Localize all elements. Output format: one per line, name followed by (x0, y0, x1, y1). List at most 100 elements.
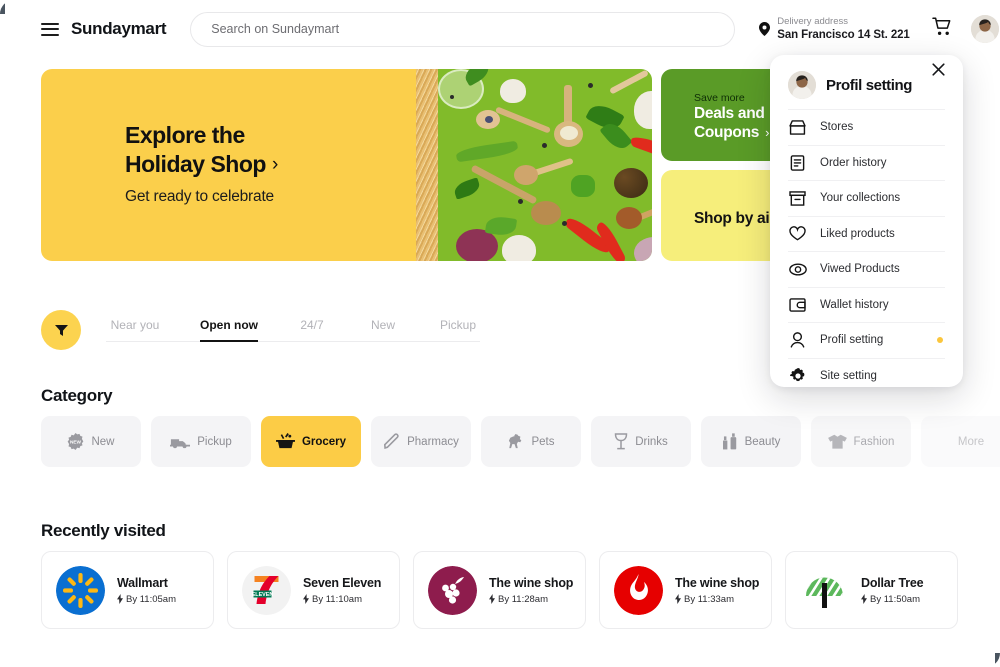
top-header: Sundaymart Delivery address San Francisc… (0, 0, 1000, 58)
tab-near-you[interactable]: Near you (106, 318, 164, 341)
store-card-wine-shop-1[interactable]: The wine shop By 11:28am (413, 551, 586, 629)
dropdown-header: Profil setting (788, 55, 945, 109)
menu-item-stores[interactable]: Stores (788, 109, 945, 145)
category-chip-fashion[interactable]: Fashion (811, 416, 911, 467)
category-label: Pharmacy (407, 435, 459, 448)
hero-left-panel: Explore the Holiday Shop › Get ready to c… (41, 69, 416, 261)
menu-item-label: Order history (820, 156, 887, 169)
seven-eleven-logo: ELEVEN (242, 565, 291, 615)
dropdown-avatar[interactable] (788, 71, 816, 99)
tab-open-now[interactable]: Open now (200, 318, 258, 342)
category-label: Beauty (744, 435, 781, 448)
store-name: Seven Eleven (303, 575, 382, 590)
new-badge-icon: NEW (67, 433, 84, 450)
promo-deals-small-text: Save more (694, 92, 745, 104)
menu-item-site-setting[interactable]: Site setting (788, 357, 945, 394)
brand-logo-text[interactable]: Sundaymart (71, 19, 167, 39)
menu-item-viewed-products[interactable]: Viwed Products (788, 251, 945, 287)
category-label: New (91, 435, 115, 448)
store-name: The wine shop (489, 575, 574, 590)
category-chip-new[interactable]: NEW New (41, 416, 141, 467)
category-chip-beauty[interactable]: Beauty (701, 416, 801, 467)
menu-item-your-collections[interactable]: Your collections (788, 180, 945, 216)
category-label: More (957, 435, 985, 448)
bolt-icon (675, 594, 681, 604)
crop-mark-bottom-right (986, 653, 1000, 667)
gear-icon (788, 367, 807, 384)
wallet-icon (788, 297, 807, 312)
category-chip-pickup[interactable]: Pickup (151, 416, 251, 467)
menu-item-order-history[interactable]: Order history (788, 144, 945, 181)
heart-icon (788, 226, 807, 241)
hero-banner[interactable]: Explore the Holiday Shop › Get ready to c… (41, 69, 652, 261)
hero-subtitle: Get ready to celebrate (125, 187, 274, 205)
filter-tabs: Near you Open now 24/7 New Pickup (106, 318, 480, 342)
pharmacy-pen-icon (383, 433, 400, 450)
category-label: Fashion (853, 435, 895, 448)
hamburger-menu-icon[interactable] (41, 22, 59, 36)
menu-item-label: Profil setting (820, 334, 884, 347)
notification-dot (937, 337, 943, 344)
menu-item-liked-products[interactable]: Liked products (788, 215, 945, 252)
bolt-icon (861, 594, 867, 604)
bolt-icon (489, 594, 495, 604)
shopping-cart-icon[interactable] (931, 17, 953, 41)
funnel-filter-icon[interactable] (41, 310, 81, 350)
delivery-address-block[interactable]: Delivery address San Francisco 14 St. 22… (759, 16, 910, 42)
menu-item-profil-setting[interactable]: Profil setting (788, 322, 945, 358)
store-card-dollar-tree[interactable]: Dollar Tree By 11:50am (785, 551, 958, 629)
beauty-cosmetics-icon (722, 433, 738, 450)
pets-dog-icon (507, 433, 524, 450)
menu-item-wallet-history[interactable]: Wallet history (788, 286, 945, 323)
store-icon (788, 119, 807, 135)
category-chip-pharmacy[interactable]: Pharmacy (371, 416, 471, 467)
store-card-seven-eleven[interactable]: ELEVEN Seven Eleven By 11:10am (227, 551, 400, 629)
svg-text:ELEVEN: ELEVEN (252, 592, 274, 598)
store-card-wine-shop-2[interactable]: The wine shop By 11:33am (599, 551, 772, 629)
store-name: The wine shop (675, 575, 760, 590)
hero-texture-strip (416, 69, 438, 261)
vodafone-logo (614, 565, 663, 615)
search-input[interactable] (191, 22, 735, 36)
category-chip-grocery[interactable]: Grocery (261, 416, 361, 467)
hero-title-line1: Explore the (125, 122, 245, 148)
recently-visited-title: Recently visited (41, 521, 166, 540)
hero-chevron-icon[interactable]: › (272, 154, 278, 175)
person-icon (788, 332, 807, 348)
document-list-icon (788, 154, 807, 171)
promo-deals-line2: Coupons (694, 123, 760, 141)
category-chip-more[interactable]: More (921, 416, 1000, 467)
hero-food-photo (438, 69, 652, 261)
tab-pickup[interactable]: Pickup (436, 318, 480, 341)
category-chip-drinks[interactable]: Drinks (591, 416, 691, 467)
promo-deals-chevron-icon[interactable]: › (765, 125, 769, 140)
filter-row: Near you Open now 24/7 New Pickup (41, 310, 480, 350)
walmart-logo (56, 565, 105, 615)
recently-visited-row: Wallmart By 11:05am ELEVEN Seven Eleven … (41, 551, 958, 629)
close-icon[interactable] (932, 63, 945, 81)
store-time: By 11:50am (861, 594, 923, 605)
hero-title-line2: Holiday Shop (125, 151, 266, 178)
app-window: Sundaymart Delivery address San Francisc… (0, 0, 1000, 667)
store-name: Wallmart (117, 575, 168, 590)
store-time: By 11:10am (303, 594, 381, 605)
search-bar[interactable] (190, 11, 736, 47)
eye-icon (788, 263, 807, 276)
store-time: By 11:28am (489, 594, 573, 605)
menu-item-label: Viwed Products (820, 263, 900, 276)
pickup-truck-icon (170, 435, 191, 449)
location-pin-icon (759, 22, 771, 36)
bolt-icon (117, 594, 123, 604)
tab-new[interactable]: New (366, 318, 400, 341)
dollar-tree-logo (800, 565, 849, 615)
store-time: By 11:05am (117, 594, 176, 605)
drinks-glass-icon (614, 433, 628, 450)
tab-24-7[interactable]: 24/7 (294, 318, 330, 341)
category-row: NEW New Pickup Grocery Pharmacy Pets Dri… (41, 416, 1000, 467)
category-section-title: Category (41, 386, 113, 405)
avatar[interactable] (970, 15, 999, 43)
fashion-tshirt-icon (827, 434, 847, 449)
category-chip-pets[interactable]: Pets (481, 416, 581, 467)
wine-shop-logo (428, 565, 477, 615)
store-card-wallmart[interactable]: Wallmart By 11:05am (41, 551, 214, 629)
